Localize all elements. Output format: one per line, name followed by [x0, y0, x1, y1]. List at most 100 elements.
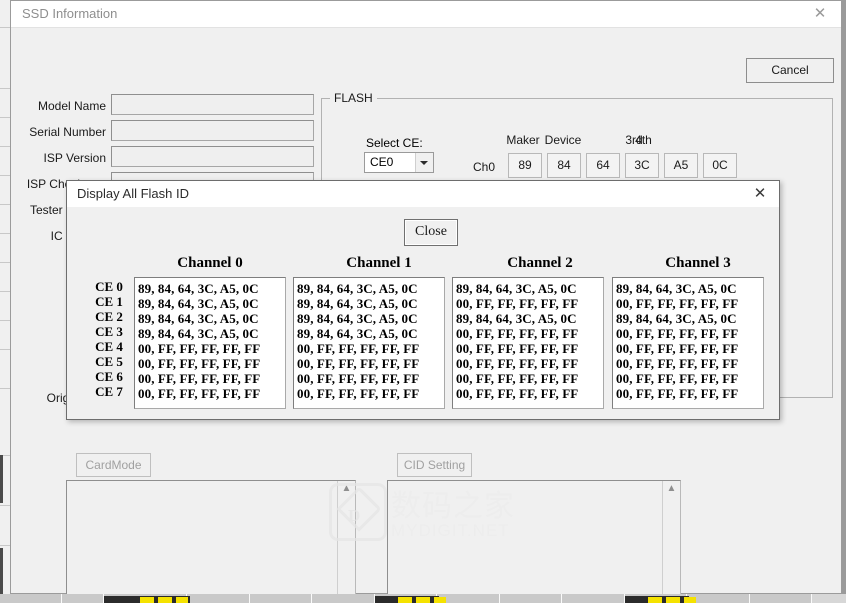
ce-label: CE 2: [95, 309, 123, 324]
flash-id-row: 00, FF, FF, FF, FF, FF: [456, 386, 579, 401]
grid-cell-highlight: [140, 597, 154, 603]
page-title: SSD Information: [22, 6, 118, 21]
grid-cell: [0, 594, 62, 603]
flash-id-row: 00, FF, FF, FF, FF, FF: [456, 356, 579, 371]
display-all-flash-id-dialog: Display All Flash ID ✕ Close Channel 0 C…: [66, 180, 780, 420]
label-serial-number: Serial Number: [29, 125, 106, 139]
ce-label: CE 5: [95, 354, 123, 369]
flash-id-row: 00, FF, FF, FF, FF, FF: [138, 386, 261, 401]
grid-cell-highlight: [176, 597, 188, 603]
left-output-pane[interactable]: ▲ ▼: [66, 480, 356, 603]
ce-label: CE 1: [95, 294, 123, 309]
ce-label: CE 3: [95, 324, 123, 339]
grid-cell-highlight: [684, 597, 696, 603]
ce-label: CE 6: [95, 369, 123, 384]
flash-id-row: 89, 84, 64, 3C, A5, 0C: [456, 281, 577, 296]
flash-id-row: 00, FF, FF, FF, FF, FF: [456, 326, 579, 341]
dialog-titlebar: Display All Flash ID ✕: [67, 181, 779, 207]
flash-id-row: 00, FF, FF, FF, FF, FF: [456, 371, 579, 386]
flash-id-row: 00, FF, FF, FF, FF, FF: [456, 296, 579, 311]
grid-cell-highlight: [666, 597, 680, 603]
chevron-up-icon[interactable]: ▲: [663, 481, 680, 496]
flash-id-row: 00, FF, FF, FF, FF, FF: [138, 371, 261, 386]
label-isp-version: ISP Version: [43, 151, 106, 165]
column-header-device: Device: [544, 133, 582, 147]
flash-id-row: 00, FF, FF, FF, FF, FF: [616, 356, 739, 371]
flash-id-row: 89, 84, 64, 3C, A5, 0C: [138, 311, 259, 326]
background-grid-strip: [0, 594, 846, 603]
grid-cell-highlight: [398, 597, 412, 603]
field-serial-number[interactable]: [111, 120, 314, 141]
close-icon[interactable]: ✕: [749, 184, 771, 203]
close-icon[interactable]: ✕: [809, 5, 831, 23]
label-model-name: Model Name: [37, 99, 106, 113]
hex-ch0-4th: 3C: [625, 153, 659, 178]
grid-cell: [250, 594, 312, 603]
flash-id-row: 00, FF, FF, FF, FF, FF: [138, 341, 261, 356]
flash-id-row: 89, 84, 64, 3C, A5, 0C: [138, 281, 259, 296]
hex-ch0-maker: 89: [508, 153, 542, 178]
flash-id-list-channel-1: 89, 84, 64, 3C, A5, 0C 89, 84, 64, 3C, A…: [293, 277, 445, 409]
field-model-name[interactable]: [111, 94, 314, 115]
row-label-ch0: Ch0: [473, 160, 496, 174]
flash-id-row: 00, FF, FF, FF, FF, FF: [616, 371, 739, 386]
ce-label: CE 0: [95, 279, 123, 294]
hex-ch0-3rd: 64: [586, 153, 620, 178]
flash-id-row: 00, FF, FF, FF, FF, FF: [297, 386, 420, 401]
flash-id-row: 00, FF, FF, FF, FF, FF: [297, 371, 420, 386]
grid-cell-highlight: [648, 597, 662, 603]
field-isp-version[interactable]: [111, 146, 314, 167]
flash-group-legend: FLASH: [330, 91, 377, 105]
flash-id-row: 89, 84, 64, 3C, A5, 0C: [616, 281, 737, 296]
grid-cell: [62, 594, 104, 603]
flash-id-row: 89, 84, 64, 3C, A5, 0C: [456, 311, 577, 326]
flash-id-row: 00, FF, FF, FF, FF, FF: [297, 341, 420, 356]
flash-id-row: 89, 84, 64, 3C, A5, 0C: [297, 311, 418, 326]
grid-cell: [437, 594, 500, 603]
flash-id-list-channel-3: 89, 84, 64, 3C, A5, 0C 00, FF, FF, FF, F…: [612, 277, 764, 409]
grid-cell-highlight: [434, 597, 446, 603]
select-ce-value: CE0: [370, 155, 394, 169]
grid-cell-highlight: [158, 597, 172, 603]
cid-setting-button[interactable]: CID Setting: [397, 453, 472, 477]
chevron-down-icon[interactable]: [415, 153, 433, 172]
flash-id-row: 00, FF, FF, FF, FF, FF: [616, 341, 739, 356]
flash-id-row: 89, 84, 64, 3C, A5, 0C: [616, 311, 737, 326]
channel-header-0: Channel 0: [177, 255, 243, 271]
channel-header-3: Channel 3: [665, 255, 731, 271]
chevron-up-icon[interactable]: ▲: [338, 481, 355, 496]
main-titlebar: SSD Information ✕: [11, 1, 841, 28]
flash-id-row: 89, 84, 64, 3C, A5, 0C: [297, 326, 418, 341]
right-pane-scrollbar[interactable]: ▲ ▼: [662, 481, 680, 603]
grid-cell: [562, 594, 625, 603]
hex-ch0-device: 84: [547, 153, 581, 178]
ce-label: CE 4: [95, 339, 123, 354]
close-button[interactable]: Close: [404, 219, 458, 246]
channel-header-2: Channel 2: [507, 255, 573, 271]
flash-id-row: 00, FF, FF, FF, FF, FF: [616, 386, 739, 401]
flash-id-row: 89, 84, 64, 3C, A5, 0C: [297, 281, 418, 296]
column-header-4th: 4th: [635, 133, 652, 147]
flash-id-list-channel-0: 89, 84, 64, 3C, A5, 0C 89, 84, 64, 3C, A…: [134, 277, 286, 409]
grid-cell: [187, 594, 250, 603]
select-ce-label: Select CE:: [366, 136, 423, 150]
grid-cell: [687, 594, 750, 603]
flash-id-row: 89, 84, 64, 3C, A5, 0C: [138, 296, 259, 311]
flash-id-row: 00, FF, FF, FF, FF, FF: [616, 296, 739, 311]
right-output-pane[interactable]: ▲ ▼: [387, 480, 681, 603]
hex-ch0-6th: 0C: [703, 153, 737, 178]
flash-id-row: 00, FF, FF, FF, FF, FF: [297, 356, 420, 371]
cancel-button[interactable]: Cancel: [746, 58, 834, 83]
screen: SSD Information ✕ Cancel Model Name Seri…: [0, 0, 846, 603]
channel-header-1: Channel 1: [346, 255, 412, 271]
grid-cell: [750, 594, 812, 603]
left-pane-scrollbar[interactable]: ▲ ▼: [337, 481, 355, 603]
flash-id-row: 89, 84, 64, 3C, A5, 0C: [138, 326, 259, 341]
cardmode-button[interactable]: CardMode: [76, 453, 151, 477]
grid-cell: [312, 594, 375, 603]
grid-cell: [500, 594, 562, 603]
ce-label-column-0: CE 0 CE 1 CE 2 CE 3 CE 4 CE 5 CE 6 CE 7: [87, 279, 131, 399]
flash-id-row: 00, FF, FF, FF, FF, FF: [616, 326, 739, 341]
dialog-title: Display All Flash ID: [77, 186, 189, 201]
select-ce-dropdown[interactable]: CE0: [364, 152, 434, 173]
